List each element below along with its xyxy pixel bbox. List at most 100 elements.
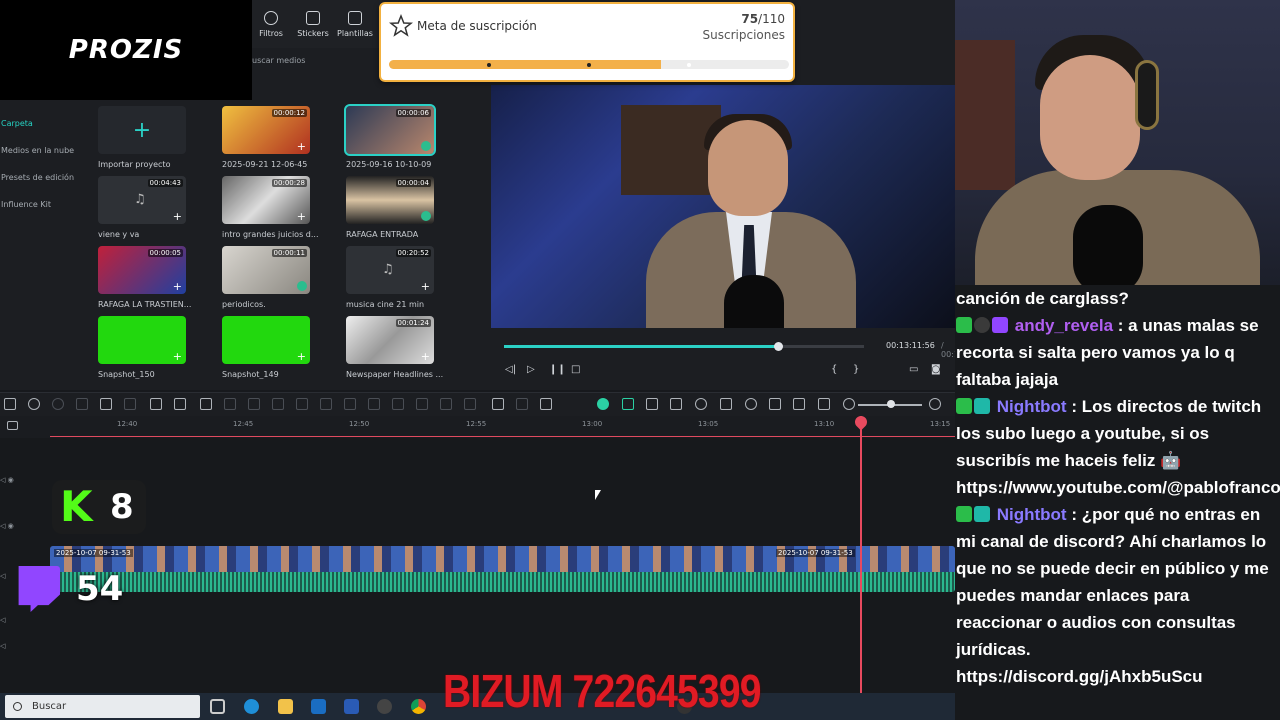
chat-username[interactable]: Nightbot — [997, 397, 1067, 416]
media-item[interactable]: 00:00:28 + intro grandes juicios d... — [222, 176, 332, 244]
sidebar-item-folder[interactable]: Carpeta — [0, 110, 90, 137]
tool-icon[interactable] — [296, 398, 308, 410]
speed-icon[interactable] — [150, 398, 162, 410]
scrubber-handle[interactable] — [773, 342, 783, 351]
tool-icon[interactable] — [368, 398, 380, 410]
media-item[interactable]: 00:00:11 periodicos. — [222, 246, 332, 314]
media-item[interactable]: 00:00:06 2025-09-16 10-10-09 — [344, 104, 456, 174]
zoom-out-icon[interactable] — [843, 398, 855, 410]
tool-icon[interactable] — [492, 398, 504, 410]
playback-scrubber[interactable] — [504, 342, 864, 351]
timer-icon[interactable] — [320, 398, 332, 410]
stop-icon[interactable]: □ — [571, 364, 580, 375]
asset-tabs: Filtros Stickers Plantillas — [252, 0, 382, 48]
media-item[interactable]: 00:00:04 RAFAGA ENTRADA — [346, 176, 456, 244]
split-icon[interactable] — [100, 398, 112, 410]
tool-icon[interactable] — [224, 398, 236, 410]
taskbar-search[interactable]: Buscar — [5, 695, 200, 718]
play-icon[interactable]: ▷ — [527, 364, 535, 375]
mark-in-icon[interactable]: { — [831, 364, 837, 375]
tool-icon[interactable] — [516, 398, 528, 410]
add-icon[interactable]: + — [173, 350, 182, 363]
bot-badge-icon — [974, 398, 990, 414]
tool-icon[interactable] — [646, 398, 658, 410]
select-tool-icon[interactable] — [4, 398, 16, 410]
snap-toggle-icon[interactable] — [597, 398, 609, 410]
tool-icon[interactable] — [344, 398, 356, 410]
timeline[interactable]: 12:40 12:45 12:50 12:55 13:00 13:05 13:1… — [0, 413, 955, 694]
explorer-icon[interactable] — [278, 699, 293, 714]
timeline-ruler[interactable]: 12:40 12:45 12:50 12:55 13:00 13:05 13:1… — [0, 416, 955, 438]
add-icon[interactable]: + — [421, 350, 430, 363]
chat-username[interactable]: Nightbot — [997, 505, 1067, 524]
outlook-icon[interactable] — [311, 699, 326, 714]
tool-icon[interactable] — [272, 398, 284, 410]
word-icon[interactable] — [344, 699, 359, 714]
media-item[interactable]: 00:01:24 + Newspaper Headlines ... — [346, 316, 456, 384]
add-icon[interactable]: + — [173, 280, 182, 293]
sidebar-item-cloud[interactable]: Medios en la nube — [0, 137, 90, 164]
zoom-in-icon[interactable] — [929, 398, 941, 410]
tool-icon[interactable] — [392, 398, 404, 410]
shield-icon[interactable] — [720, 398, 732, 410]
import-project-item[interactable]: + Importar proyecto — [98, 106, 208, 174]
tool-icon[interactable] — [670, 398, 682, 410]
add-icon[interactable]: + — [297, 350, 306, 363]
task-view-icon[interactable] — [210, 699, 225, 714]
chat-username[interactable]: andy_revela — [1015, 316, 1113, 335]
crop-icon[interactable] — [124, 398, 136, 410]
tool-icon[interactable] — [464, 398, 476, 410]
tab-filters[interactable]: Filtros — [252, 0, 290, 48]
display-icon[interactable]: ▭ — [909, 364, 918, 375]
chrome-icon[interactable] — [411, 699, 426, 714]
undo-icon[interactable] — [28, 398, 40, 410]
playhead[interactable] — [860, 416, 862, 694]
delete-icon[interactable] — [76, 398, 88, 410]
track-mute-icon[interactable]: ◁ — [0, 616, 40, 624]
microphone-icon[interactable] — [745, 398, 757, 410]
zoom-slider-handle[interactable] — [887, 400, 895, 408]
text-icon[interactable] — [174, 398, 186, 410]
media-search-input[interactable]: uscar medios — [252, 56, 305, 65]
tool-icon[interactable] — [818, 398, 830, 410]
media-item[interactable]: 00:00:05 + RAFAGA LA TRASTIEN... — [98, 246, 208, 314]
mark-out-icon[interactable]: } — [853, 364, 859, 375]
frame-icon[interactable] — [200, 398, 212, 410]
track-visibility-icon[interactable]: ◁ ◉ — [0, 522, 40, 530]
tool-icon[interactable] — [416, 398, 428, 410]
track-settings-icon[interactable] — [7, 421, 18, 430]
list-icon[interactable] — [769, 398, 781, 410]
add-icon[interactable]: + — [173, 210, 182, 223]
tab-stickers[interactable]: Stickers — [294, 0, 332, 48]
pause-icon[interactable]: ❙❙ — [549, 364, 566, 375]
media-item[interactable]: 00:20:52 ♫ + musica cine 21 min — [346, 246, 456, 314]
snapshot-icon[interactable]: ◙ — [931, 364, 941, 375]
media-item[interactable]: 00:04:43 ♫ + viene y va — [98, 176, 208, 244]
tool-icon[interactable] — [248, 398, 260, 410]
sidebar-item-influence-kit[interactable]: Influence Kit — [0, 191, 90, 218]
sidebar-item-presets[interactable]: Presets de edición — [0, 164, 90, 191]
media-item[interactable]: + Snapshot_150 — [98, 316, 208, 384]
video-clip[interactable]: 2025-10-07 09-31-53 2025-10-07 09-31-53 — [50, 546, 955, 592]
magnet-icon[interactable] — [622, 398, 634, 410]
media-item[interactable]: 00:00:12 + 2025-09-21 12-06-45 — [222, 106, 332, 174]
tool-icon[interactable] — [695, 398, 707, 410]
media-item[interactable]: + Snapshot_149 — [222, 316, 332, 384]
app-icon[interactable] — [377, 699, 392, 714]
edge-icon[interactable] — [244, 699, 259, 714]
tool-icon[interactable] — [540, 398, 552, 410]
tool-icon[interactable] — [440, 398, 452, 410]
tool-icon[interactable] — [793, 398, 805, 410]
tab-templates[interactable]: Plantillas — [336, 0, 374, 48]
ruler-tick: 13:10 — [814, 420, 835, 428]
track-visibility-icon[interactable]: ◁ ◉ — [0, 476, 40, 484]
add-icon[interactable]: + — [297, 210, 306, 223]
chat-message: canción de carglass? — [955, 285, 1280, 312]
goal-current: 75 — [741, 12, 759, 26]
step-back-icon[interactable]: ◁| — [505, 364, 516, 375]
add-icon[interactable]: + — [421, 280, 430, 293]
redo-icon[interactable] — [52, 398, 64, 410]
track-mute-icon[interactable]: ◁ — [0, 642, 40, 650]
add-icon[interactable]: + — [297, 140, 306, 153]
stream-chat: canción de carglass? andy_revela : a una… — [955, 285, 1280, 720]
